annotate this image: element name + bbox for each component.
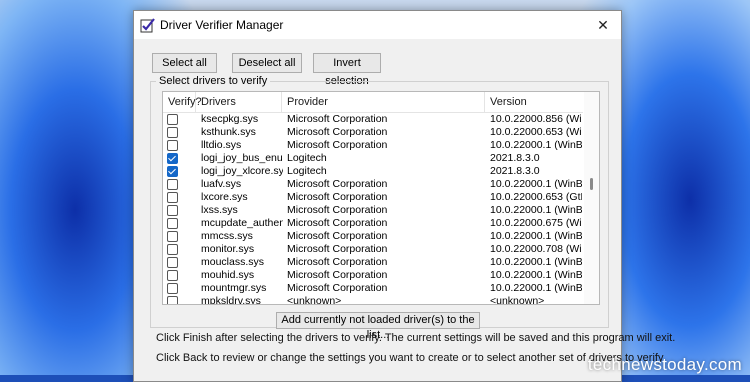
driver-name-cell: logi_joy_bus_enum... <box>201 152 283 164</box>
driver-name-cell: lxss.sys <box>201 204 238 216</box>
driver-name-cell: mcupdate_authenti... <box>201 217 283 229</box>
provider-cell: Logitech <box>287 165 327 177</box>
deselect-all-button[interactable]: Deselect all <box>232 53 302 73</box>
driver-name-cell: mountmgr.sys <box>201 282 267 294</box>
driver-name-cell: lltdio.sys <box>201 139 242 151</box>
verify-checkbox[interactable] <box>167 257 178 268</box>
column-header-verify[interactable]: Verify? <box>163 92 202 112</box>
provider-cell: Microsoft Corporation <box>287 139 388 151</box>
add-not-loaded-drivers-button[interactable]: Add currently not loaded driver(s) to th… <box>276 312 480 341</box>
version-cell: 10.0.22000.1 (WinBui... <box>490 178 582 190</box>
verify-checkbox[interactable] <box>167 127 178 138</box>
driver-rows: ksecpkg.sys Microsoft Corporation 10.0.220… <box>163 113 583 305</box>
driver-name-cell: ksecpkg.sys <box>201 113 259 125</box>
version-cell: 10.0.22000.653 (Win... <box>490 126 582 138</box>
provider-cell: Microsoft Corporation <box>287 230 388 242</box>
provider-cell: <unknown> <box>287 295 342 305</box>
verify-checkbox[interactable] <box>167 283 178 294</box>
column-header-provider[interactable]: Provider <box>282 92 485 112</box>
table-row[interactable]: ksecpkg.sys Microsoft Corporation 10.0.220… <box>163 113 583 126</box>
table-row[interactable]: mcupdate_authenti... Microsoft Corporatio… <box>163 217 583 230</box>
group-label: Select drivers to verify <box>156 75 271 87</box>
version-cell: 10.0.22000.1 (WinBui... <box>490 204 582 216</box>
driver-name-cell: logi_joy_xlcore.sys <box>201 165 283 177</box>
verify-checkbox[interactable] <box>167 205 178 216</box>
verify-checkbox[interactable] <box>167 192 178 203</box>
provider-cell: Microsoft Corporation <box>287 178 388 190</box>
version-cell: 10.0.22000.856 (Win... <box>490 113 582 125</box>
driver-name-cell: lxcore.sys <box>201 191 248 203</box>
version-cell: 10.0.22000.653 (GtE... <box>490 191 582 203</box>
verify-checkbox[interactable] <box>167 166 178 177</box>
driver-name-cell: mmcss.sys <box>201 230 253 242</box>
column-header-version[interactable]: Version <box>485 92 583 112</box>
vertical-scrollbar[interactable] <box>584 92 599 304</box>
table-row[interactable]: luafv.sys Microsoft Corporation 10.0.22000… <box>163 178 583 191</box>
version-cell: 10.0.22000.708 (Win... <box>490 243 582 255</box>
table-row[interactable]: lxss.sys Microsoft Corporation 10.0.22000.… <box>163 204 583 217</box>
close-button[interactable]: ✕ <box>585 11 621 39</box>
table-row[interactable]: logi_joy_bus_enum... Logitech 2021.8.3.0 <box>163 152 583 165</box>
verify-checkbox[interactable] <box>167 296 178 304</box>
table-row[interactable]: mouhid.sys Microsoft Corporation 10.0.2200… <box>163 269 583 282</box>
driver-name-cell: ksthunk.sys <box>201 126 256 138</box>
driver-name-cell: monitor.sys <box>201 243 255 255</box>
table-row[interactable]: monitor.sys Microsoft Corporation 10.0.220… <box>163 243 583 256</box>
driver-name-cell: mouclass.sys <box>201 256 265 268</box>
provider-cell: Microsoft Corporation <box>287 126 388 138</box>
driver-name-cell: mouhid.sys <box>201 269 255 281</box>
provider-cell: Logitech <box>287 152 327 164</box>
table-row[interactable]: lxcore.sys Microsoft Corporation 10.0.2200… <box>163 191 583 204</box>
verify-checkbox[interactable] <box>167 153 178 164</box>
version-cell: 10.0.22000.1 (WinBui... <box>490 269 582 281</box>
provider-cell: Microsoft Corporation <box>287 269 388 281</box>
select-all-button[interactable]: Select all <box>152 53 217 73</box>
verify-checkbox[interactable] <box>167 218 178 229</box>
provider-cell: Microsoft Corporation <box>287 282 388 294</box>
driver-name-cell: mpksldrv.sys <box>201 295 261 305</box>
table-row[interactable]: lltdio.sys Microsoft Corporation 10.0.2200… <box>163 139 583 152</box>
provider-cell: Microsoft Corporation <box>287 204 388 216</box>
finish-hint-text: Click Finish after selecting the drivers… <box>156 332 676 344</box>
verifier-app-icon <box>140 18 155 33</box>
table-row[interactable]: mpksldrv.sys <unknown> <unknown> <box>163 295 583 305</box>
verify-checkbox[interactable] <box>167 244 178 255</box>
version-cell: 2021.8.3.0 <box>490 165 540 177</box>
verify-checkbox[interactable] <box>167 114 178 125</box>
provider-cell: Microsoft Corporation <box>287 113 388 125</box>
table-row[interactable]: logi_joy_xlcore.sys Logitech 2021.8.3.0 <box>163 165 583 178</box>
verify-checkbox[interactable] <box>167 270 178 281</box>
verify-checkbox[interactable] <box>167 179 178 190</box>
provider-cell: Microsoft Corporation <box>287 191 388 203</box>
version-cell: 10.0.22000.1 (WinBui... <box>490 139 582 151</box>
version-cell: 10.0.22000.1 (WinBui... <box>490 230 582 242</box>
title-bar[interactable]: Driver Verifier Manager ✕ <box>134 11 621 39</box>
version-cell: 10.0.22000.1 (WinBui... <box>490 256 582 268</box>
table-row[interactable]: mmcss.sys Microsoft Corporation 10.0.22000… <box>163 230 583 243</box>
driver-name-cell: luafv.sys <box>201 178 242 190</box>
watermark: technewstoday.com <box>587 355 742 374</box>
column-header-drivers[interactable]: Drivers <box>196 92 282 112</box>
version-cell: 2021.8.3.0 <box>490 152 540 164</box>
provider-cell: Microsoft Corporation <box>287 243 388 255</box>
verify-checkbox[interactable] <box>167 231 178 242</box>
version-cell: <unknown> <box>490 295 545 305</box>
scrollbar-thumb[interactable] <box>590 178 593 190</box>
driver-verifier-dialog: Driver Verifier Manager ✕ Select all Des… <box>133 10 675 382</box>
table-row[interactable]: ksthunk.sys Microsoft Corporation 10.0.220… <box>163 126 583 139</box>
column-header-row: Verify? Drivers Provider Version <box>163 92 583 113</box>
table-row[interactable]: mouclass.sys Microsoft Corporation 10.0.22… <box>163 256 583 269</box>
version-cell: 10.0.22000.1 (WinBui... <box>490 282 582 294</box>
table-row[interactable]: mountmgr.sys Microsoft Corporation 10.0.22… <box>163 282 583 295</box>
drivers-list[interactable]: Verify? Drivers Provider Version ksecpkg… <box>162 91 600 305</box>
provider-cell: Microsoft Corporation <box>287 256 388 268</box>
provider-cell: Microsoft Corporation <box>287 217 388 229</box>
invert-selection-button[interactable]: Invert selection <box>313 53 381 87</box>
verify-checkbox[interactable] <box>167 140 178 151</box>
window-title: Driver Verifier Manager <box>160 18 284 32</box>
version-cell: 10.0.22000.675 (Win... <box>490 217 582 229</box>
